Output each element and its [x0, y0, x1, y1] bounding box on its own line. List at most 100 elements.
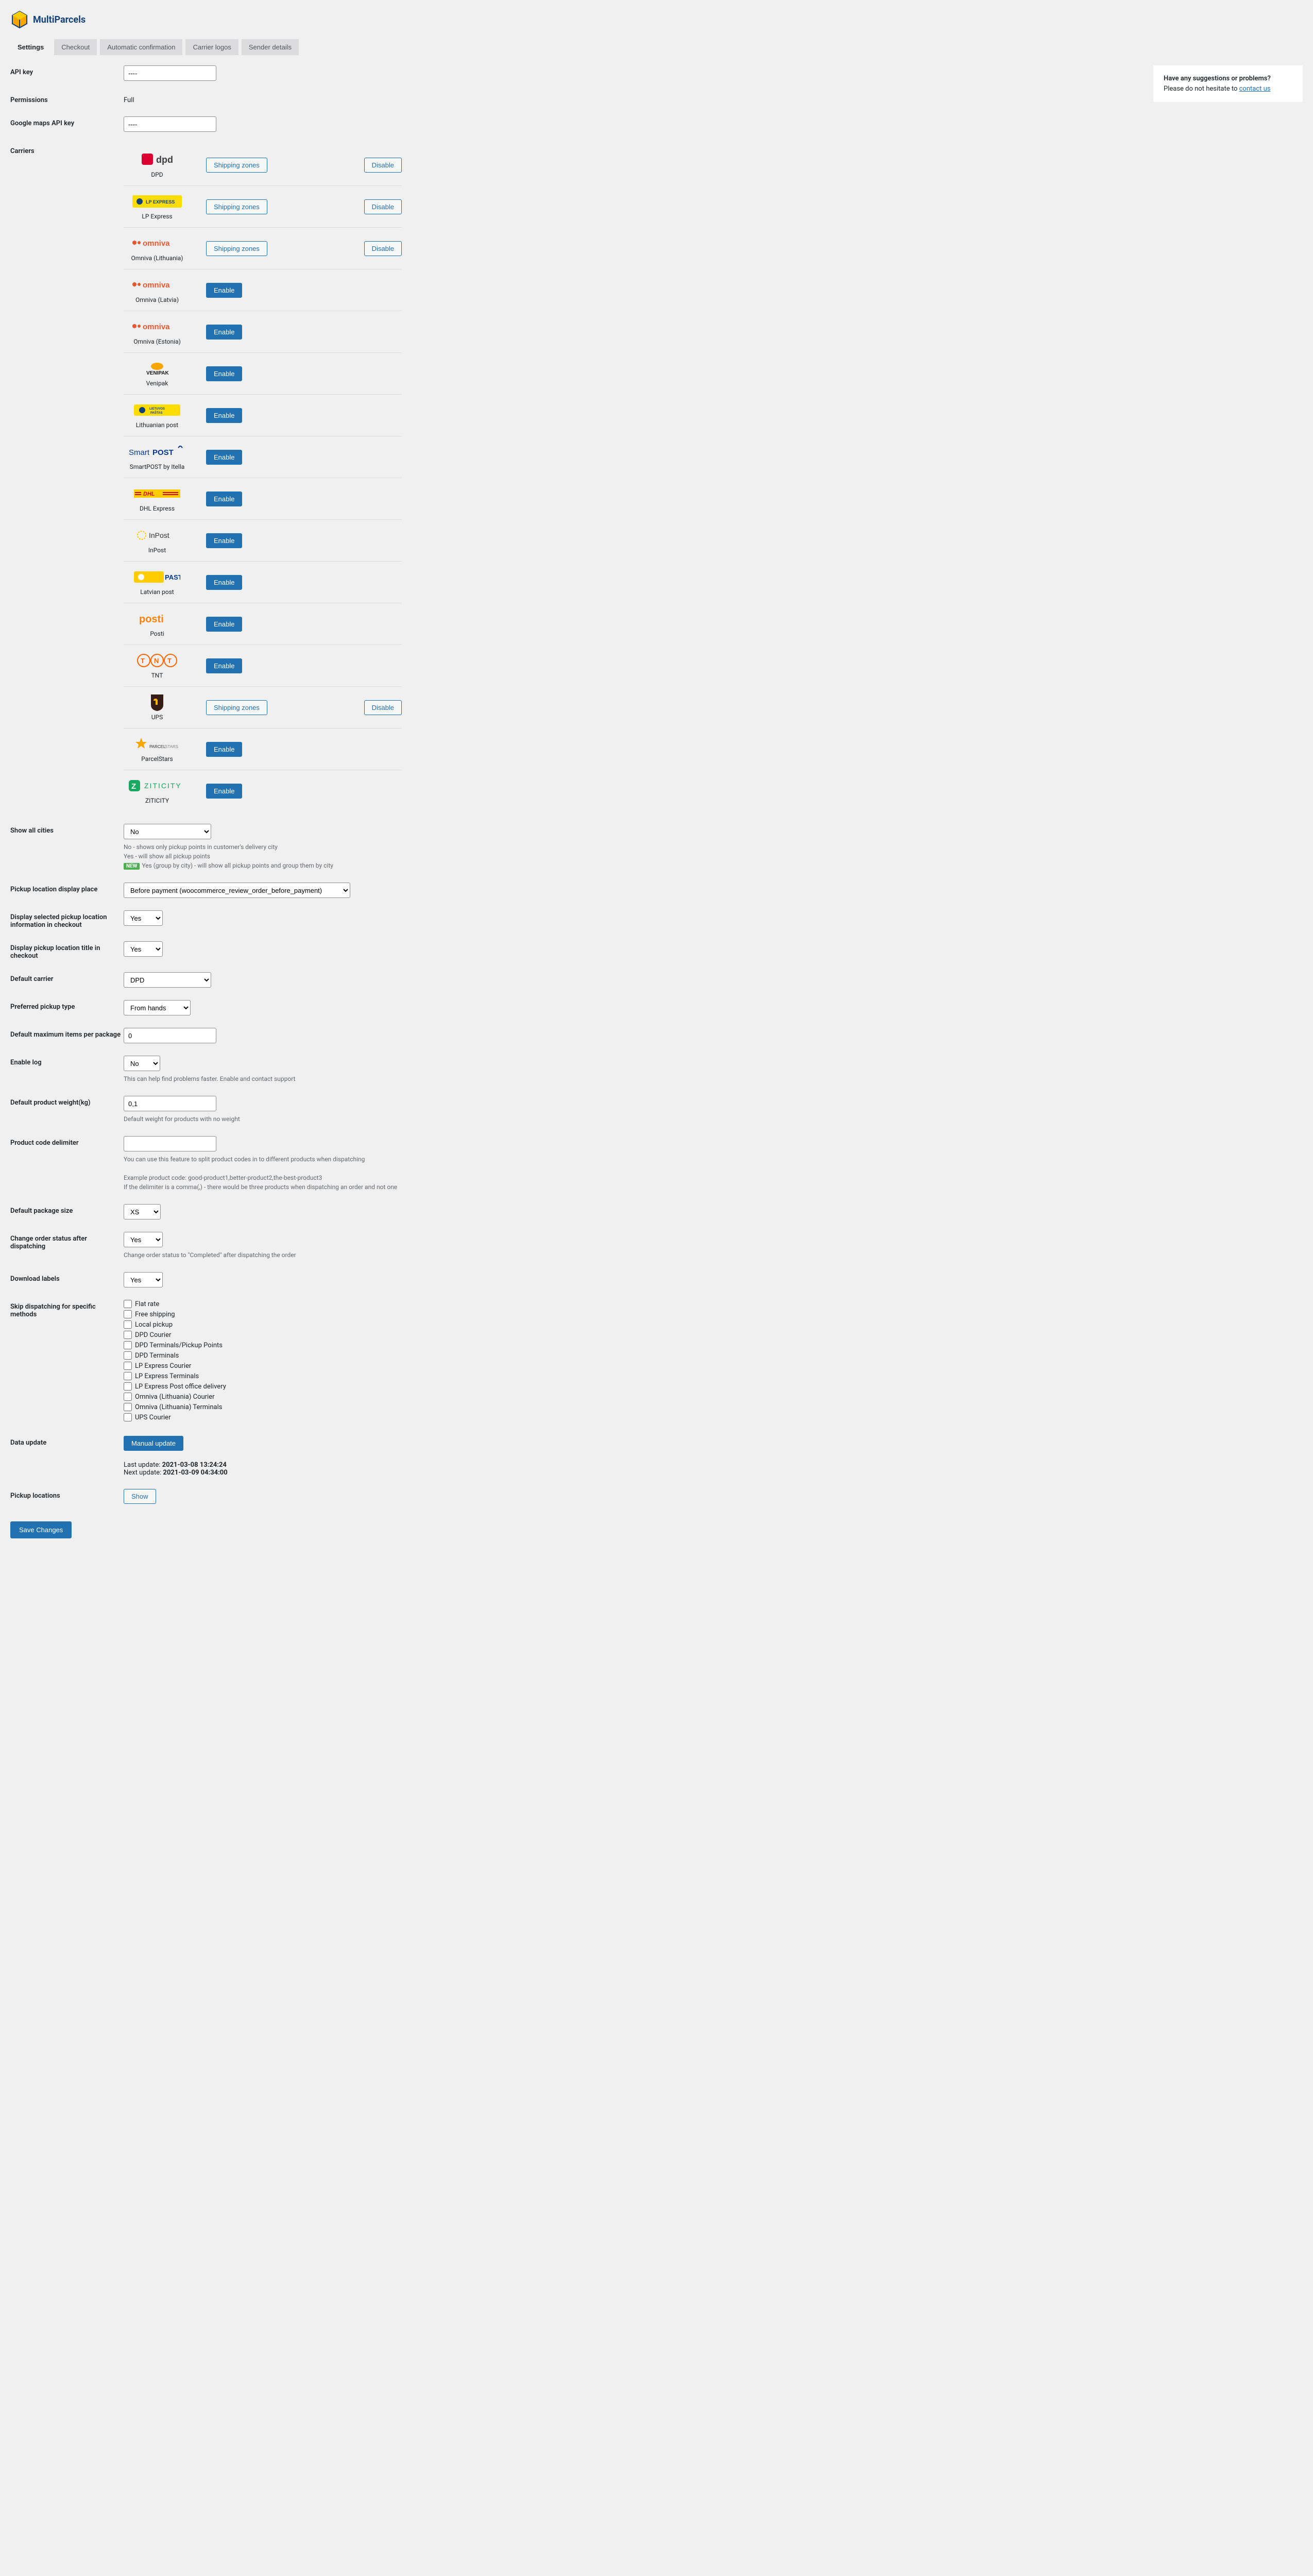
- skip-method-row: Omniva (Lithuania) Terminals: [124, 1403, 412, 1411]
- disable-button[interactable]: Disable: [364, 199, 402, 214]
- carrier-name: Venipak: [124, 380, 191, 387]
- code-delimiter-input[interactable]: [124, 1136, 216, 1151]
- skip-method-checkbox[interactable]: [124, 1300, 132, 1308]
- svg-text:dpd: dpd: [156, 155, 173, 165]
- carrier-name: SmartPOST by Itella: [124, 463, 191, 470]
- delim-desc-1: You can use this feature to split produc…: [124, 1155, 412, 1164]
- label-change-status: Change order status after dispatching: [10, 1232, 124, 1250]
- carrier-logo-icon: InPost: [124, 527, 191, 544]
- disable-button[interactable]: Disable: [364, 700, 402, 715]
- skip-method-checkbox[interactable]: [124, 1413, 132, 1421]
- enable-button[interactable]: Enable: [206, 742, 242, 757]
- tab-carrier-logos[interactable]: Carrier logos: [185, 39, 238, 55]
- save-button[interactable]: Save Changes: [10, 1521, 72, 1538]
- gmaps-input[interactable]: [124, 116, 216, 132]
- skip-method-checkbox[interactable]: [124, 1351, 132, 1360]
- enable-button[interactable]: Enable: [206, 492, 242, 506]
- enable-button[interactable]: Enable: [206, 575, 242, 590]
- carrier-name: Posti: [124, 630, 191, 637]
- skip-method-checkbox[interactable]: [124, 1310, 132, 1318]
- skip-method-label: LP Express Terminals: [135, 1372, 199, 1380]
- disable-button[interactable]: Disable: [364, 158, 402, 173]
- api-key-input[interactable]: [124, 65, 216, 81]
- skip-method-checkbox[interactable]: [124, 1331, 132, 1339]
- show-pickup-button[interactable]: Show: [124, 1489, 156, 1504]
- label-download-labels: Download labels: [10, 1272, 124, 1283]
- skip-method-row: DPD Terminals/Pickup Points: [124, 1341, 412, 1349]
- carrier-row: VENIPAK Venipak Enable: [124, 353, 402, 395]
- svg-text:Smart: Smart: [129, 448, 150, 457]
- carrier-logo-icon: ZZITICITY: [124, 777, 191, 794]
- change-status-select[interactable]: Yes: [124, 1232, 163, 1247]
- carrier-logo-icon: posti: [124, 611, 191, 627]
- svg-text:ZITICITY: ZITICITY: [144, 782, 182, 790]
- label-data-update: Data update: [10, 1436, 124, 1447]
- shipping-zones-button[interactable]: Shipping zones: [206, 241, 267, 256]
- carrier-name: Omniva (Latvia): [124, 296, 191, 303]
- svg-text:N: N: [154, 657, 159, 665]
- label-pickup-display: Pickup location display place: [10, 883, 124, 893]
- carrier-row: SmartPOST SmartPOST by Itella Enable: [124, 436, 402, 478]
- next-update-value: 2021-03-09 04:34:00: [163, 1469, 227, 1477]
- skip-method-checkbox[interactable]: [124, 1372, 132, 1380]
- enable-button[interactable]: Enable: [206, 408, 242, 423]
- pickup-display-select[interactable]: Before payment (woocommerce_review_order…: [124, 883, 350, 898]
- max-items-input[interactable]: [124, 1028, 216, 1043]
- carrier-row: omnivaOmniva (Lithuania)Shipping zonesDi…: [124, 228, 402, 269]
- preferred-pickup-select[interactable]: From hands: [124, 1000, 191, 1015]
- shipping-zones-button[interactable]: Shipping zones: [206, 700, 267, 715]
- skip-method-row: LP Express Post office delivery: [124, 1382, 412, 1391]
- skip-method-checkbox[interactable]: [124, 1403, 132, 1411]
- display-selected-select[interactable]: Yes: [124, 910, 163, 926]
- carrier-logo-icon: SmartPOST: [124, 444, 191, 460]
- enable-button[interactable]: Enable: [206, 366, 242, 381]
- label-carriers: Carriers: [10, 144, 124, 155]
- enable-button[interactable]: Enable: [206, 658, 242, 673]
- tab-settings[interactable]: Settings: [10, 39, 51, 55]
- default-weight-input[interactable]: [124, 1096, 216, 1111]
- new-badge: NEW: [124, 863, 140, 870]
- skip-method-checkbox[interactable]: [124, 1382, 132, 1391]
- skip-method-label: UPS Courier: [135, 1414, 170, 1421]
- svg-text:omniva: omniva: [143, 323, 170, 331]
- disable-button[interactable]: Disable: [364, 241, 402, 256]
- carrier-row: omnivaOmniva (Estonia)Enable: [124, 311, 402, 353]
- status-desc: Change order status to "Completed" after…: [124, 1250, 412, 1260]
- contact-us-link[interactable]: contact us: [1239, 85, 1271, 93]
- skip-method-row: Omniva (Lithuania) Courier: [124, 1393, 412, 1401]
- enable-button[interactable]: Enable: [206, 325, 242, 340]
- carrier-logo-icon: LIETUVOSPAŠTAS: [124, 402, 191, 418]
- tab-sender-details[interactable]: Sender details: [242, 39, 299, 55]
- skip-method-label: Free shipping: [135, 1311, 175, 1318]
- default-carrier-select[interactable]: DPD: [124, 972, 211, 988]
- svg-text:PASTS: PASTS: [165, 573, 180, 581]
- enable-button[interactable]: Enable: [206, 784, 242, 799]
- svg-text:T: T: [141, 657, 145, 665]
- carrier-row: omnivaOmniva (Latvia)Enable: [124, 269, 402, 311]
- show-cities-select[interactable]: No: [124, 824, 211, 839]
- carrier-name: Latvian post: [124, 588, 191, 596]
- skip-method-checkbox[interactable]: [124, 1320, 132, 1329]
- tab-automatic-confirmation[interactable]: Automatic confirmation: [100, 39, 182, 55]
- enable-log-select[interactable]: No: [124, 1056, 160, 1071]
- skip-method-checkbox[interactable]: [124, 1341, 132, 1349]
- svg-text:VENIPAK: VENIPAK: [146, 370, 169, 376]
- skip-method-checkbox[interactable]: [124, 1362, 132, 1370]
- svg-text:STARS: STARS: [165, 744, 178, 749]
- cities-desc-yes: Yes - will show all pickup points: [124, 852, 412, 861]
- package-size-select[interactable]: XS: [124, 1204, 161, 1219]
- display-title-select[interactable]: Yes: [124, 941, 163, 957]
- skip-method-label: Local pickup: [135, 1321, 173, 1329]
- shipping-zones-button[interactable]: Shipping zones: [206, 199, 267, 214]
- label-gmaps: Google maps API key: [10, 116, 124, 127]
- shipping-zones-button[interactable]: Shipping zones: [206, 158, 267, 173]
- enable-button[interactable]: Enable: [206, 450, 242, 465]
- enable-button[interactable]: Enable: [206, 617, 242, 632]
- download-labels-select[interactable]: Yes: [124, 1272, 163, 1287]
- enable-button[interactable]: Enable: [206, 533, 242, 548]
- manual-update-button[interactable]: Manual update: [124, 1436, 183, 1451]
- tab-checkout[interactable]: Checkout: [54, 39, 97, 55]
- enable-button[interactable]: Enable: [206, 283, 242, 298]
- skip-method-checkbox[interactable]: [124, 1393, 132, 1401]
- skip-method-row: Local pickup: [124, 1320, 412, 1329]
